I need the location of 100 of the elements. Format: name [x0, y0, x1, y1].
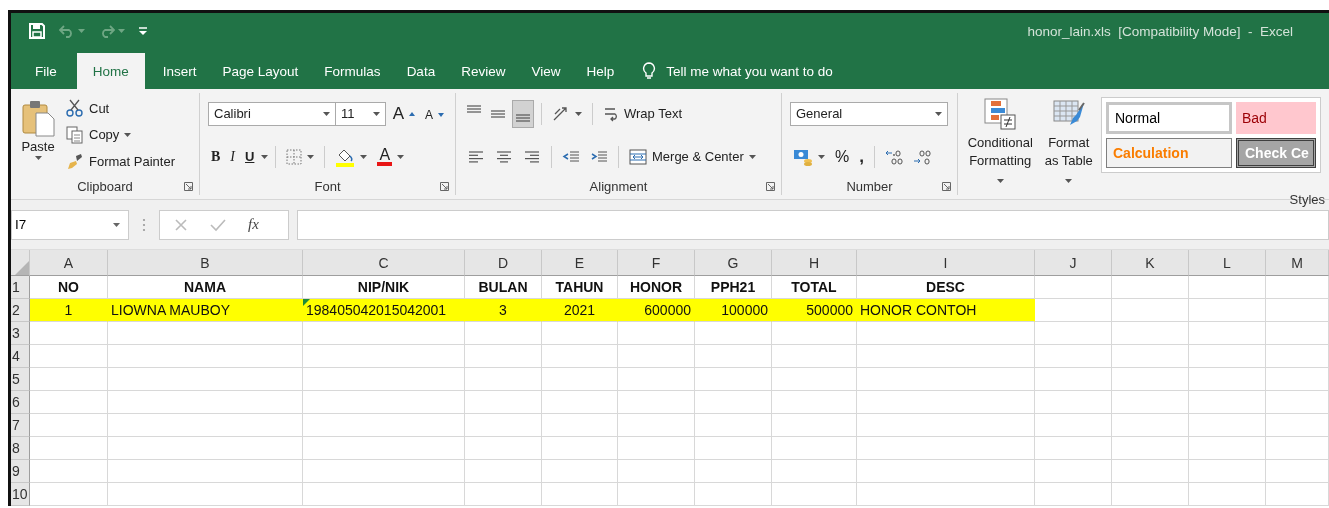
align-center-icon: [495, 149, 513, 164]
row-header[interactable]: 1: [11, 276, 30, 299]
cut-button[interactable]: Cut: [63, 98, 178, 119]
up-caret-icon: [409, 111, 415, 116]
italic-button[interactable]: I: [227, 147, 238, 166]
row-header[interactable]: 7: [11, 414, 30, 437]
group-label: Clipboard: [77, 178, 133, 194]
column-header[interactable]: L: [1189, 250, 1266, 276]
table-cell: 198405042015042001: [303, 299, 465, 322]
align-lines-icon: [491, 109, 505, 118]
column-header[interactable]: B: [108, 250, 303, 276]
caret-icon: [124, 133, 132, 137]
caret-icon: [935, 111, 942, 116]
increase-decimal-icon: [884, 148, 903, 165]
caret-icon: [1065, 179, 1073, 183]
copy-icon: [66, 126, 84, 144]
align-lines-icon: [467, 104, 481, 113]
row-header[interactable]: 2: [11, 299, 30, 322]
caret-icon: [575, 111, 582, 116]
comma-button[interactable]: ,: [856, 145, 867, 168]
launcher-icon: [184, 182, 193, 191]
empty-cell: [1266, 299, 1329, 322]
decrease-decimal-icon: [912, 148, 931, 165]
column-header[interactable]: K: [1112, 250, 1189, 276]
empty-cell: [1266, 460, 1329, 483]
check-icon: [210, 217, 226, 232]
column-header[interactable]: J: [1035, 250, 1112, 276]
copy-button[interactable]: Copy: [63, 125, 178, 145]
number-format-field[interactable]: General: [790, 101, 948, 126]
launcher-icon: [766, 182, 775, 191]
caret-icon: [397, 154, 405, 159]
launcher-icon: [440, 182, 449, 191]
table-cell: 3: [465, 299, 542, 322]
format-painter-button[interactable]: Format Painter: [63, 151, 178, 172]
column-header[interactable]: C: [303, 250, 465, 276]
percent-button[interactable]: %: [832, 146, 853, 167]
bold-button[interactable]: B: [208, 147, 224, 166]
row-header[interactable]: 5: [11, 368, 30, 391]
save-icon: [29, 23, 45, 39]
column-header[interactable]: G: [695, 250, 772, 276]
ribbon-tab[interactable]: Formulas: [312, 53, 393, 89]
empty-cell: [1266, 276, 1329, 299]
vertical-align-button[interactable]: [512, 99, 534, 128]
money-icon: [793, 147, 813, 166]
column-header[interactable]: F: [618, 250, 695, 276]
row-header[interactable]: 3: [11, 322, 30, 345]
row-header[interactable]: 10: [11, 483, 30, 506]
name-box[interactable]: I7: [11, 209, 129, 240]
column-header[interactable]: E: [542, 250, 618, 276]
window-title: honor_lain.xls [Compatibility Mode] - Excel: [1027, 23, 1293, 39]
column-header[interactable]: D: [465, 250, 542, 276]
caret-icon: [113, 222, 120, 227]
ribbon-tab[interactable]: Data: [394, 53, 448, 89]
shrink-font-button[interactable]: A: [422, 104, 447, 123]
caret-icon: [118, 29, 125, 33]
ribbon-tab[interactable]: Insert: [150, 53, 209, 89]
column-header[interactable]: A: [30, 250, 108, 276]
formula-field[interactable]: [297, 209, 1329, 240]
row-header[interactable]: 8: [11, 437, 30, 460]
group-label: Styles: [1289, 192, 1325, 207]
angled-text-icon: [552, 105, 570, 122]
customize-toolbar-icon: [139, 27, 147, 35]
conditional-formatting-button[interactable]: Conditional Formatting: [964, 95, 1037, 190]
decrease-indent-icon: [562, 149, 580, 164]
format-as-table-button[interactable]: Format as Table: [1038, 95, 1099, 190]
font-name-field[interactable]: Calibri: [208, 101, 336, 126]
undo-icon: [59, 24, 75, 38]
caret-icon: [360, 154, 368, 159]
underline-button[interactable]: U: [242, 148, 258, 165]
ribbon-tab[interactable]: Page Layout: [210, 53, 311, 89]
group-label: Font: [314, 178, 341, 194]
row-header[interactable]: 6: [11, 391, 30, 414]
lightbulb-icon: [642, 62, 657, 80]
ribbon-tab[interactable]: Home: [76, 53, 145, 89]
row-header[interactable]: 4: [11, 345, 30, 368]
empty-cell: [1266, 414, 1329, 437]
ribbon-tab[interactable]: Review: [449, 53, 518, 89]
tell-me-search[interactable]: Tell me what you want to do: [642, 53, 833, 89]
column-header[interactable]: I: [857, 250, 1035, 276]
ribbon-tab[interactable]: Help: [574, 53, 627, 89]
ribbon-tab[interactable]: View: [519, 53, 573, 89]
cell-style-option[interactable]: Bad: [1236, 102, 1316, 134]
scissors-icon: [66, 99, 84, 118]
cell-style-option[interactable]: Normal: [1106, 102, 1232, 134]
row-header[interactable]: 9: [11, 460, 30, 483]
insert-function-button[interactable]: fx: [248, 216, 259, 233]
empty-cell: [1266, 368, 1329, 391]
clipboard-icon: [21, 99, 55, 137]
column-header[interactable]: M: [1266, 250, 1329, 276]
paste-button[interactable]: Paste: [19, 95, 57, 175]
caret-icon: [748, 154, 756, 159]
grow-font-button[interactable]: A: [389, 102, 418, 125]
ribbon-tab[interactable]: File: [23, 53, 69, 89]
font-color-button[interactable]: A: [374, 146, 408, 167]
table-cell: 500000: [772, 299, 857, 322]
merge-center-button[interactable]: Merge & Center: [626, 147, 759, 166]
column-header[interactable]: H: [772, 250, 857, 276]
empty-cell: [1266, 322, 1329, 345]
wrap-text-button[interactable]: Wrap Text: [600, 104, 686, 123]
font-size-field[interactable]: 11: [335, 101, 386, 126]
